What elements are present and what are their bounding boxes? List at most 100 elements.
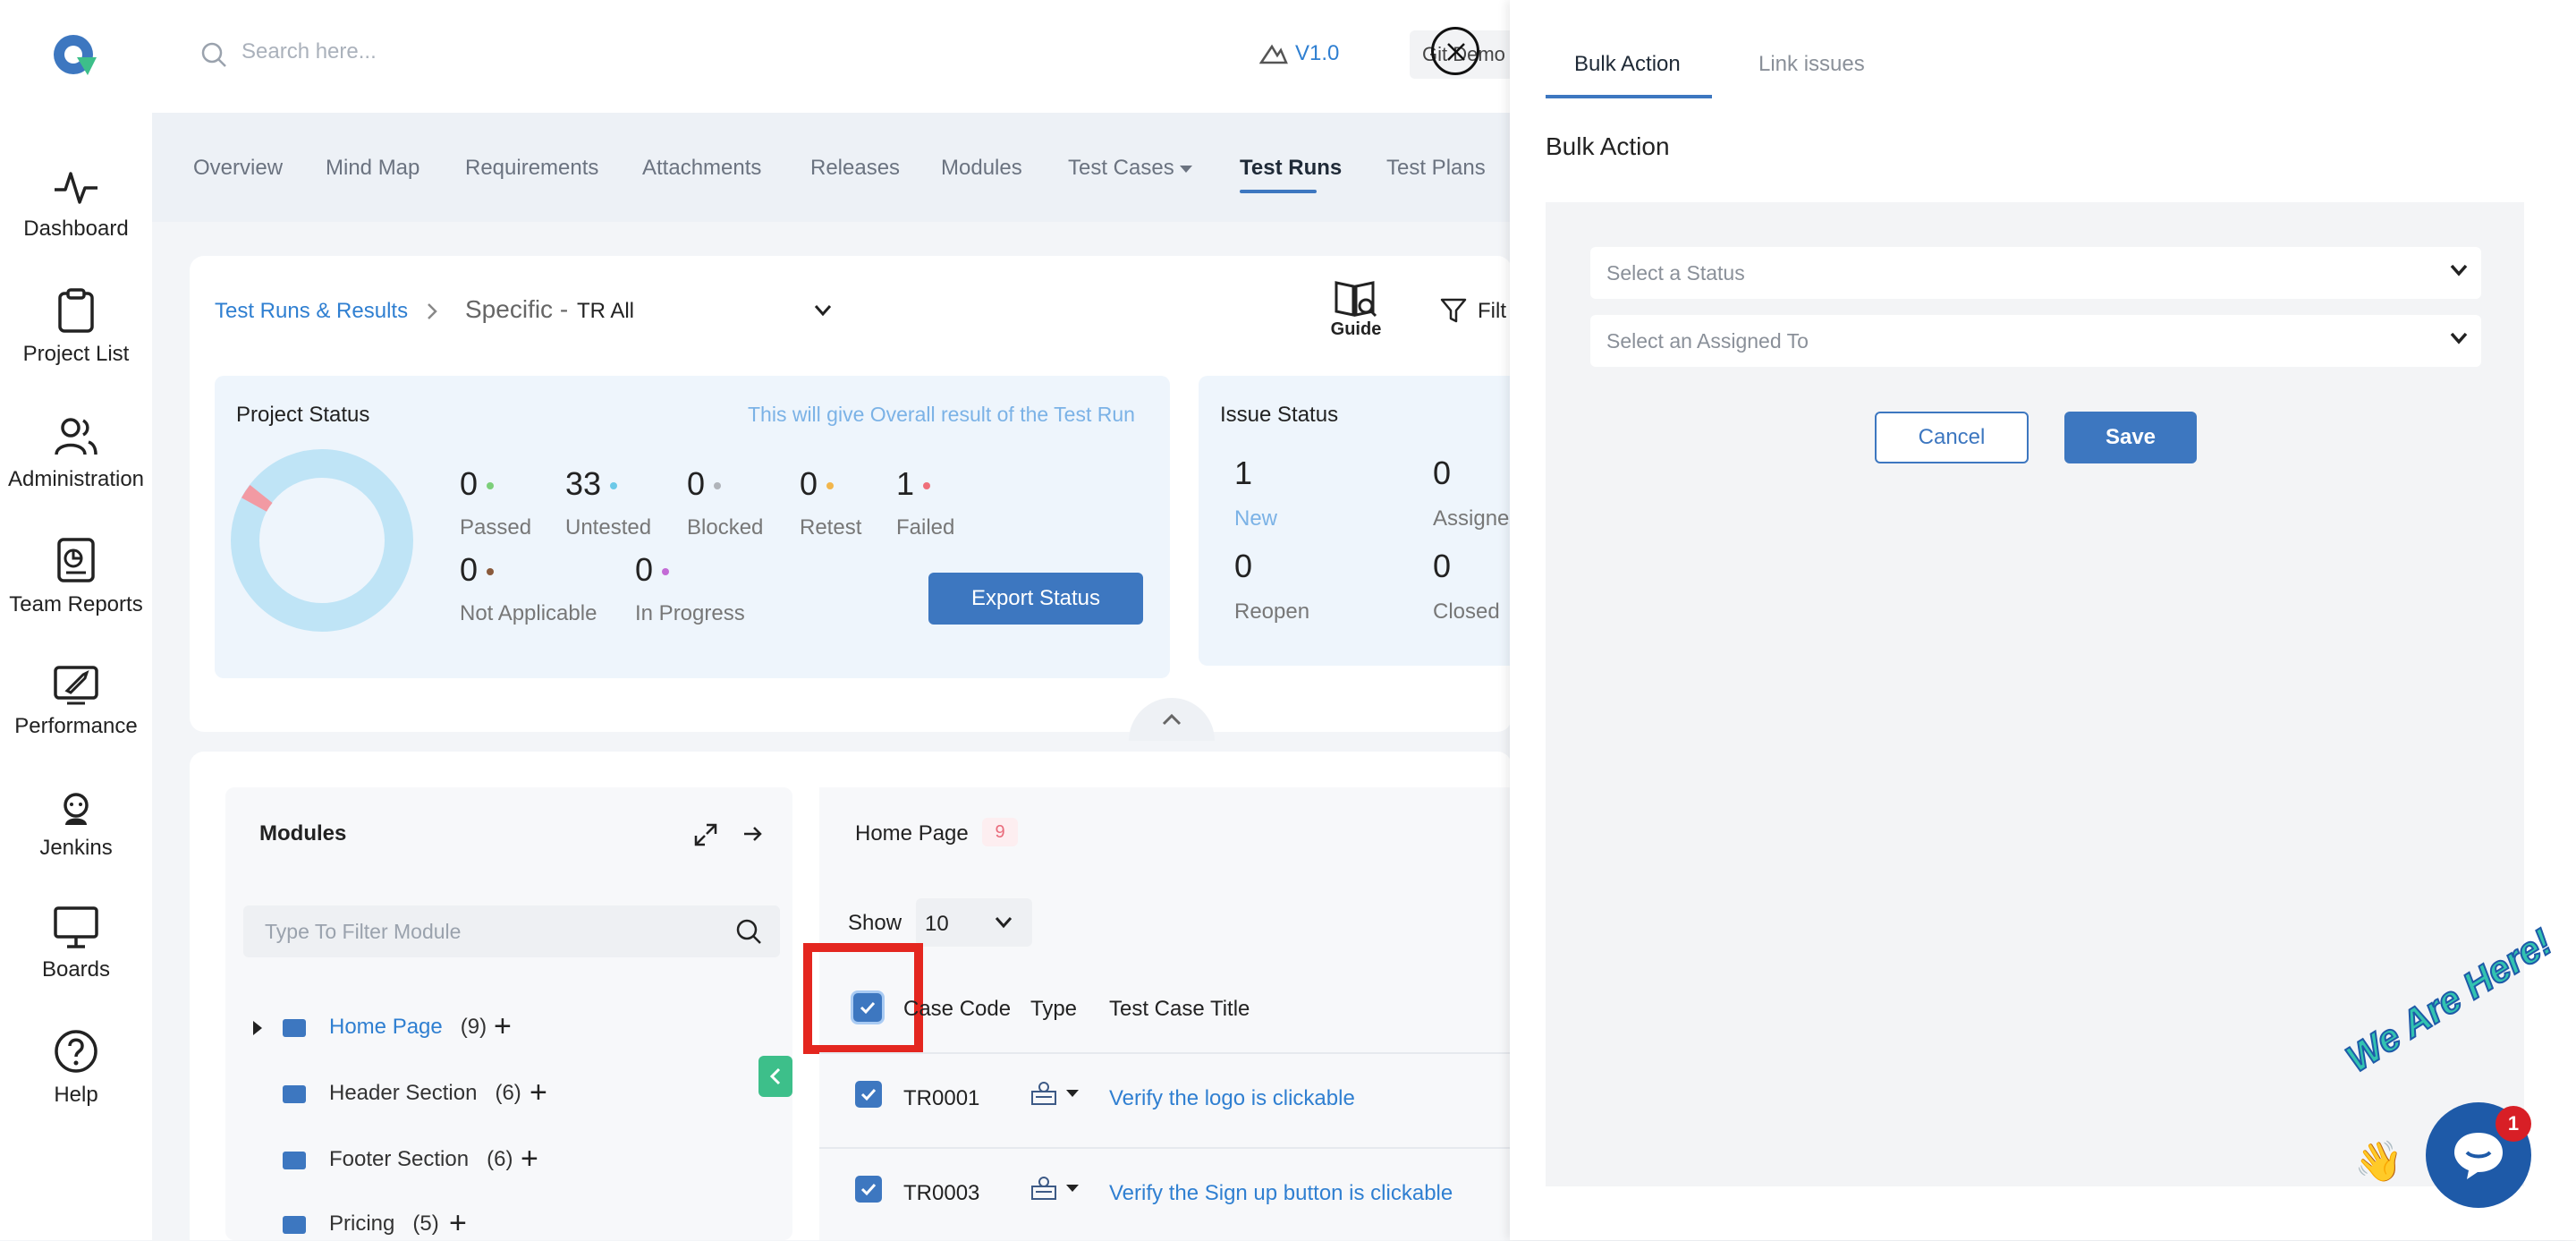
assigned-to-select[interactable]: Select an Assigned To [1590,315,2481,367]
chevron-down-icon [2450,264,2468,276]
modules-title: Modules [259,821,347,846]
chevron-down-icon [2450,332,2468,344]
add-module-icon[interactable]: + [494,1009,512,1044]
module-item-home-page[interactable]: Home Page (9) [283,1015,487,1040]
export-status-button[interactable]: Export Status [928,573,1143,625]
jenkins-icon [64,793,89,825]
tab-bulk-action[interactable]: Bulk Action [1574,52,1681,77]
chevron-down-icon[interactable] [814,304,832,317]
sidebar-item-jenkins[interactable]: Jenkins [0,791,152,861]
status-select[interactable]: Select a Status [1590,247,2481,299]
tab-test-cases[interactable]: Test Cases [1068,156,1174,181]
chevron-down-icon [995,917,1013,929]
report-icon [57,538,95,582]
row-checkbox[interactable] [855,1176,882,1203]
pulse-icon [55,172,97,204]
module-item-footer-section[interactable]: Footer Section (6) [283,1147,513,1172]
guide-label: Guide [1330,319,1382,339]
filter-label[interactable]: Filt [1478,299,1506,324]
test-run-select[interactable]: TR All [577,299,634,324]
add-module-icon[interactable]: + [449,1206,467,1241]
close-icon [1447,43,1465,61]
cancel-button[interactable]: Cancel [1875,412,2029,463]
row-checkbox[interactable] [855,1081,882,1108]
stat-in-progress-value: 0 [635,551,670,589]
stat-passed-value: 0 [460,465,495,503]
in-progress-dot [662,568,670,576]
type-manual-icon[interactable] [1030,1081,1082,1108]
type-manual-icon[interactable] [1030,1176,1082,1203]
stat-passed-label: Passed [460,515,532,540]
sidebar-item-label: Boards [41,957,111,982]
divider [819,1052,1512,1054]
stat-blocked-value: 0 [687,465,722,503]
row-title-link[interactable]: Verify the logo is clickable [1109,1086,1355,1111]
project-status-title: Project Status [236,403,370,427]
tab-test-runs[interactable]: Test Runs [1240,156,1342,181]
book-icon [1335,281,1377,318]
row-title-link[interactable]: Verify the Sign up button is clickable [1109,1181,1453,1206]
guide-button[interactable]: Guide [1329,279,1383,340]
chevron-right-icon [428,303,437,319]
help-icon [55,1030,97,1073]
tab-releases[interactable]: Releases [810,156,900,181]
stat-not-applicable-label: Not Applicable [460,601,597,625]
arrow-right-icon[interactable] [742,823,764,845]
sidebar-item-administration[interactable]: Administration [0,415,152,492]
sidebar-item-team-reports[interactable]: Team Reports [0,537,152,617]
sidebar-item-project-list[interactable]: Project List [0,288,152,367]
sidebar-item-dashboard[interactable]: Dashboard [0,168,152,242]
tab-requirements[interactable]: Requirements [465,156,598,181]
stat-untested-label: Untested [565,515,652,540]
tab-link-issues[interactable]: Link issues [1758,52,1865,77]
stat-blocked-label: Blocked [687,515,764,540]
expand-icon[interactable] [694,823,717,846]
divider [819,1147,1512,1149]
issue-closed-value: 0 [1433,548,1452,584]
status-donut-chart [231,449,413,632]
untested-dot [610,482,618,490]
save-button[interactable]: Save [2064,412,2197,463]
tab-test-plans[interactable]: Test Plans [1386,156,1486,181]
collapse-modules-button[interactable] [758,1056,792,1097]
chevron-left-icon [769,1067,781,1085]
stat-retest-value: 0 [800,465,835,503]
tab-attachments[interactable]: Attachments [642,156,761,181]
sidebar-item-boards[interactable]: Boards [0,905,152,982]
issue-status-title: Issue Status [1220,403,1339,427]
sidebar-item-help[interactable]: Help [0,1029,152,1108]
caret-right-icon[interactable] [252,1020,263,1036]
module-filter-input[interactable]: Type To Filter Module [243,905,780,957]
tab-modules[interactable]: Modules [941,156,1022,181]
sidebar-item-label: Team Reports [9,592,143,616]
tab-overview[interactable]: Overview [193,156,283,181]
issue-assigned-value: 0 [1433,455,1452,491]
search-icon [201,42,226,67]
check-icon [860,1183,877,1196]
column-case-code: Case Code [903,997,1012,1021]
search-input[interactable]: Search here... [242,39,377,64]
app-logo[interactable] [52,30,100,79]
tab-mind-map[interactable]: Mind Map [326,156,419,181]
sidebar-item-label: Jenkins [39,836,113,860]
row-case-code: TR0001 [903,1086,980,1110]
page-size-select[interactable]: 10 [916,898,1032,947]
issue-closed-label: Closed [1433,599,1500,624]
sidebar-item-performance[interactable]: Performance [0,662,152,739]
module-filter-placeholder: Type To Filter Module [265,920,462,943]
project-status-hint: This will give Overall result of the Tes… [748,403,1135,426]
stat-in-progress-label: In Progress [635,601,745,625]
add-module-icon[interactable]: + [521,1142,538,1177]
folder-icon [283,1018,306,1037]
module-item-pricing[interactable]: Pricing (5) [283,1211,439,1237]
issue-assigned-label: Assigne [1433,506,1510,531]
check-icon [860,1088,877,1101]
failed-dot [923,482,931,490]
release-icon [1259,44,1288,64]
add-module-icon[interactable]: + [530,1075,547,1110]
breadcrumb-specific: Specific - [465,295,569,323]
close-panel-button[interactable] [1431,27,1479,75]
breadcrumb-root[interactable]: Test Runs & Results [215,299,408,324]
filter-icon[interactable] [1440,297,1467,324]
module-item-header-section[interactable]: Header Section (6) [283,1081,521,1106]
